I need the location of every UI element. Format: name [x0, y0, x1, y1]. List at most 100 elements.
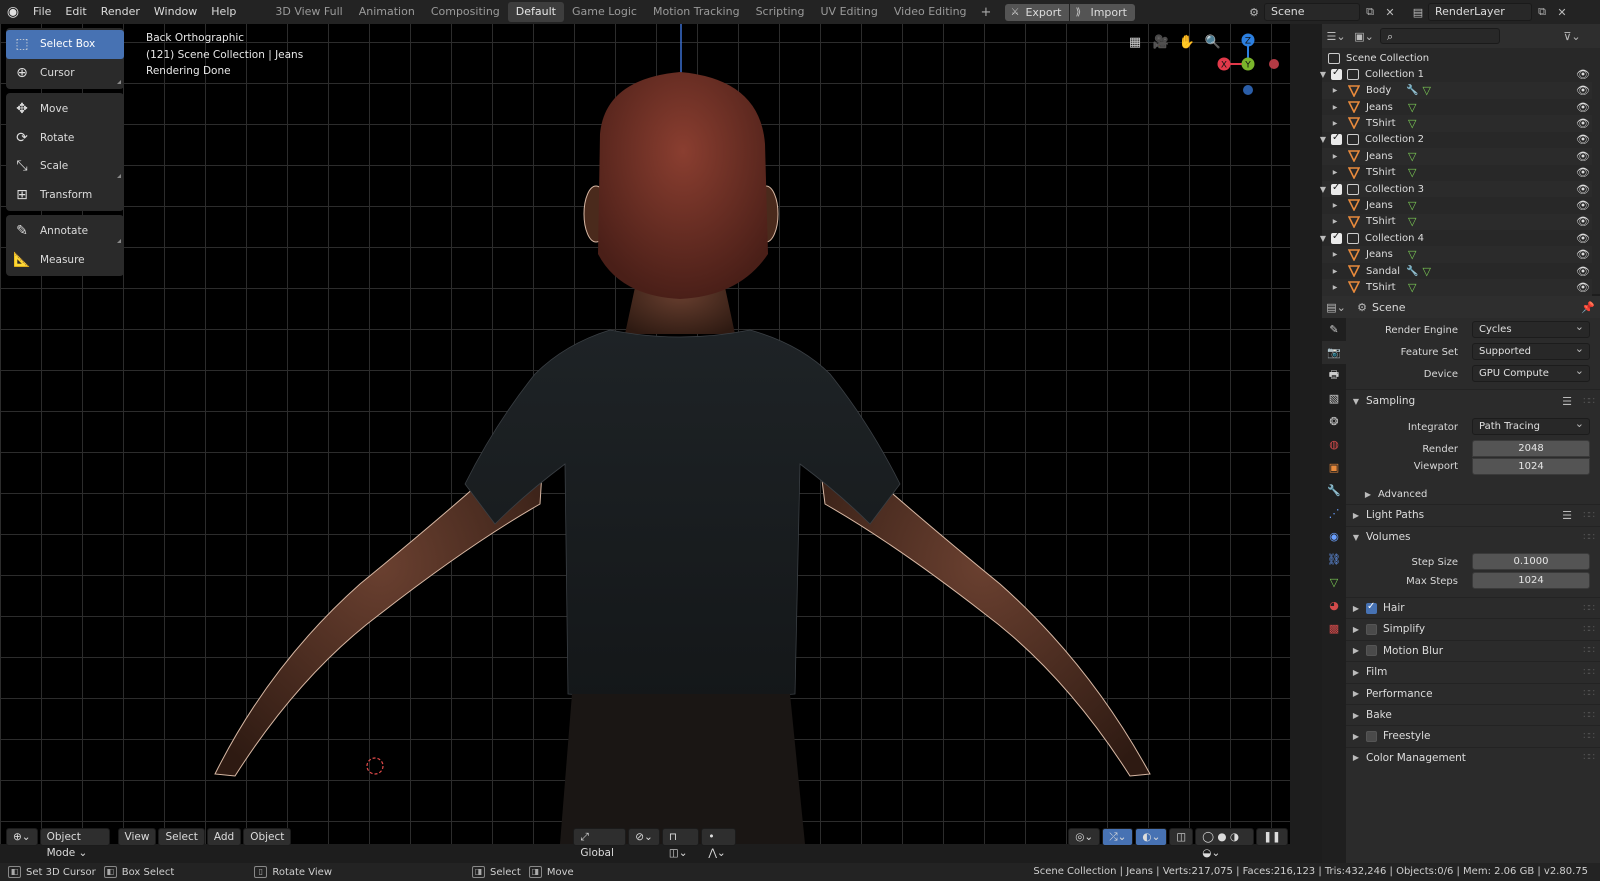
menu-edit[interactable]: Edit: [58, 2, 93, 22]
expand-arrow-icon[interactable]: ▶: [1329, 169, 1341, 176]
expand-arrow-icon[interactable]: ▶: [1329, 218, 1341, 225]
modifier-wrench-icon[interactable]: 🔧: [1406, 266, 1418, 277]
tool-transform[interactable]: ⊞ Transform: [6, 181, 124, 210]
feature-set-dropdown[interactable]: Supported: [1472, 341, 1590, 360]
expand-arrow-icon[interactable]: ▶: [1329, 202, 1341, 209]
drag-grip-icon[interactable]: ∷∷: [1583, 688, 1595, 699]
visibility-eye-icon[interactable]: 👁: [1576, 232, 1590, 245]
sampling-panel-header[interactable]: ▼ Sampling ☰ ∷∷: [1346, 390, 1600, 412]
menu-render[interactable]: Render: [94, 2, 147, 22]
tab-video-editing[interactable]: Video Editing: [886, 2, 975, 22]
viewport-samples-field[interactable]: 1024: [1472, 458, 1590, 475]
expand-arrow-icon[interactable]: ▶: [1329, 104, 1341, 111]
mesh-data-icon[interactable]: ▽: [1422, 84, 1430, 97]
presets-list-icon[interactable]: ☰: [1562, 509, 1572, 522]
mesh-data-icon[interactable]: ▽: [1408, 215, 1416, 228]
mesh-data-icon[interactable]: ▽: [1408, 248, 1416, 261]
delete-render-layer-icon[interactable]: ✕: [1552, 3, 1572, 21]
display-mode-icon[interactable]: ▣⌄: [1354, 27, 1374, 45]
mesh-data-icon[interactable]: ▽: [1422, 265, 1430, 278]
render-layer-field[interactable]: RenderLayer: [1428, 3, 1532, 21]
navigation-gizmo[interactable]: Z X Y: [1212, 32, 1284, 104]
expand-arrow-icon[interactable]: ▶: [1329, 153, 1341, 160]
visibility-eye-icon[interactable]: 👁: [1576, 215, 1590, 228]
panel-simplify-header[interactable]: ▶ Simplify ∷∷: [1346, 618, 1600, 640]
panel-hair-header[interactable]: ▶ Hair ∷∷: [1346, 597, 1600, 619]
new-scene-icon[interactable]: ⧉: [1360, 3, 1380, 21]
visibility-eye-icon[interactable]: 👁: [1576, 166, 1590, 179]
panel-freestyle-header[interactable]: ▶ Freestyle ∷∷: [1346, 725, 1600, 747]
outliner-collection-row[interactable]: ▼ Collection 2 👁: [1320, 132, 1592, 149]
panel-color-management-header[interactable]: ▶ Color Management ∷∷: [1346, 747, 1600, 769]
integrator-dropdown[interactable]: Path Tracing: [1472, 416, 1590, 435]
object-mode-dropdown[interactable]: Object Mode ⌄: [39, 828, 110, 859]
object-tab-icon[interactable]: ▣: [1322, 456, 1346, 479]
shading-modes[interactable]: ◯ ● ◑ ◒⌄: [1195, 828, 1255, 859]
outliner-object-row[interactable]: ▶ Jeans ▽ 👁: [1322, 246, 1592, 263]
panel-film-header[interactable]: ▶ Film ∷∷: [1346, 661, 1600, 683]
visibility-dropdown[interactable]: ◎⌄: [1068, 828, 1101, 846]
tool-scale[interactable]: ⤡ Scale: [6, 152, 124, 181]
exclude-checkbox[interactable]: [1331, 132, 1342, 146]
outliner-search-input[interactable]: ⌕: [1380, 28, 1500, 44]
pin-icon[interactable]: 📌: [1578, 298, 1598, 316]
scene-tab-icon[interactable]: ❂: [1322, 410, 1346, 433]
expand-arrow-icon[interactable]: ▶: [1329, 251, 1341, 258]
expand-arrow-icon[interactable]: ▶: [1329, 268, 1341, 275]
tab-default[interactable]: Default: [507, 2, 564, 22]
blender-logo-icon[interactable]: ◉: [0, 0, 26, 24]
viewport-menu-view[interactable]: View: [117, 828, 157, 846]
pause-render-button[interactable]: ❚❚: [1256, 828, 1288, 846]
outliner-object-row[interactable]: ▶ TShirt ▽ 👁: [1322, 115, 1592, 132]
mesh-data-icon[interactable]: ▽: [1408, 166, 1416, 179]
step-size-field[interactable]: 0.1000: [1472, 553, 1590, 570]
visibility-eye-icon[interactable]: 👁: [1576, 199, 1590, 212]
tab-animation[interactable]: Animation: [351, 2, 423, 22]
panel-enable-checkbox[interactable]: [1366, 645, 1377, 657]
tab-3d-view-full[interactable]: 3D View Full: [267, 2, 350, 22]
drag-grip-icon[interactable]: ∷∷: [1583, 731, 1595, 742]
tool-move[interactable]: ✥ Move: [6, 95, 124, 124]
expand-arrow-icon[interactable]: ▼: [1317, 70, 1329, 79]
tab-game-logic[interactable]: Game Logic: [564, 2, 645, 22]
world-tab-icon[interactable]: ◍: [1322, 433, 1346, 456]
viewport-menu-add[interactable]: Add: [206, 828, 242, 846]
texture-tab-icon[interactable]: ▩: [1322, 617, 1346, 640]
volumes-panel-header[interactable]: ▼ Volumes ∷∷: [1346, 526, 1600, 548]
properties-editor-icon[interactable]: ▤⌄: [1326, 298, 1346, 316]
scene-icon[interactable]: ⚙: [1244, 3, 1264, 21]
panel-performance-header[interactable]: ▶ Performance ∷∷: [1346, 683, 1600, 705]
outliner-object-row[interactable]: ▶ TShirt ▽ 👁: [1322, 213, 1592, 231]
grid-view-icon[interactable]: ▦: [1125, 32, 1145, 52]
render-layer-icon[interactable]: ▤: [1408, 3, 1428, 21]
orientation-dropdown[interactable]: ⤢ Global ⌄: [573, 828, 627, 875]
exclude-checkbox[interactable]: [1331, 67, 1342, 80]
max-steps-field[interactable]: 1024: [1472, 572, 1590, 589]
visibility-eye-icon[interactable]: 👁: [1576, 101, 1590, 114]
outliner-object-row[interactable]: ▶ Jeans ▽ 👁: [1322, 148, 1592, 165]
filter-icon[interactable]: ⊽⌄: [1562, 27, 1582, 45]
expand-arrow-icon[interactable]: ▼: [1317, 234, 1329, 243]
render-engine-dropdown[interactable]: Cycles: [1472, 319, 1590, 338]
constraints-tab-icon[interactable]: ⛓: [1322, 548, 1346, 571]
mesh-data-icon[interactable]: ▽: [1408, 117, 1416, 130]
exclude-checkbox[interactable]: [1331, 231, 1342, 244]
light-paths-panel-header[interactable]: ▶ Light Paths ☰ ∷∷: [1346, 504, 1600, 526]
menu-window[interactable]: Window: [147, 2, 204, 22]
drag-grip-icon[interactable]: ∷∷: [1583, 667, 1595, 678]
visibility-eye-icon[interactable]: 👁: [1576, 84, 1590, 97]
camera-view-icon[interactable]: 🎥: [1151, 32, 1171, 52]
drag-grip-icon[interactable]: ∷∷: [1583, 510, 1595, 521]
xray-toggle[interactable]: ◫: [1169, 828, 1194, 846]
3d-viewport[interactable]: Back Orthographic (121) Scene Collection…: [0, 24, 1290, 844]
overlay-toggle[interactable]: ◐⌄: [1135, 828, 1168, 846]
panel-enable-checkbox[interactable]: [1366, 601, 1377, 614]
export-button[interactable]: ⚔ Export: [1005, 3, 1070, 21]
tab-compositing[interactable]: Compositing: [423, 2, 508, 22]
mesh-data-icon[interactable]: ▽: [1408, 199, 1416, 212]
expand-arrow-icon[interactable]: ▶: [1329, 120, 1341, 127]
expand-arrow-icon[interactable]: ▼: [1317, 135, 1329, 144]
visibility-eye-icon[interactable]: 👁: [1576, 68, 1590, 81]
tab-uv-editing[interactable]: UV Editing: [813, 2, 886, 22]
tool-tab-icon[interactable]: ✎: [1322, 318, 1346, 341]
